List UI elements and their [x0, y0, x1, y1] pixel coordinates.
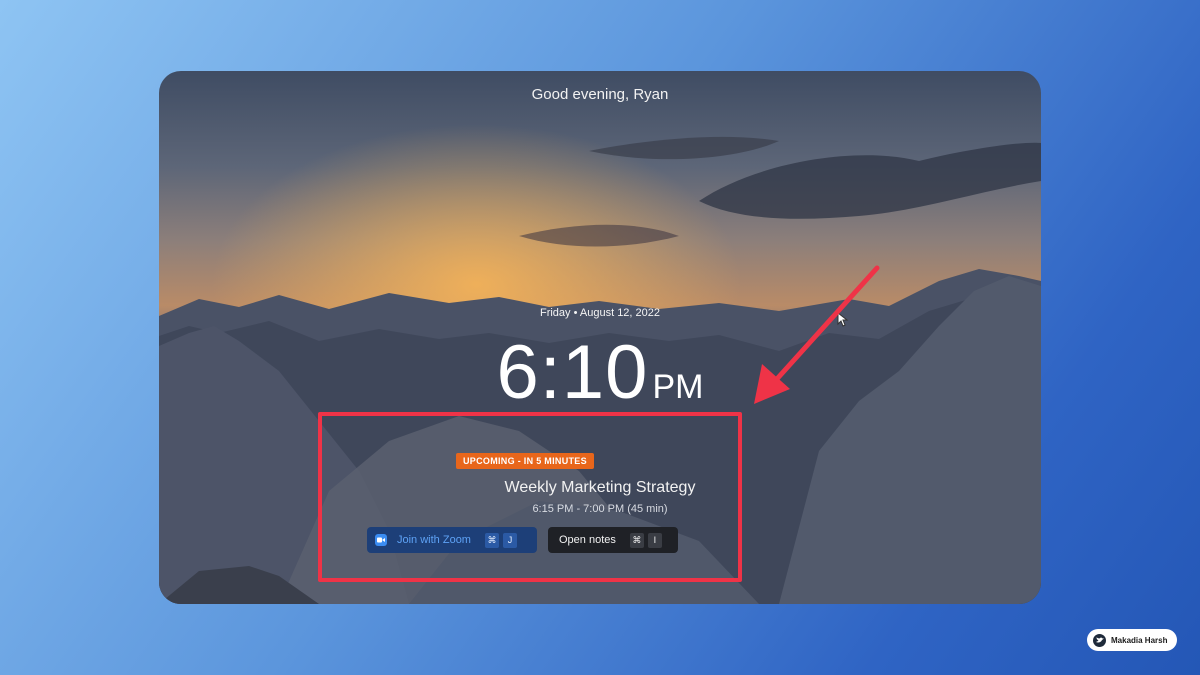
calendar-window: Good evening, Ryan Friday • August 12, 2…	[159, 71, 1041, 604]
clock: 6:10 PM	[159, 329, 1041, 416]
open-notes-button[interactable]: Open notes ⌘ I	[548, 527, 678, 553]
author-credit: Makadia Harsh	[1087, 629, 1177, 651]
shortcut-key-cmd: ⌘	[629, 532, 644, 548]
clock-time: 6:10	[496, 330, 649, 415]
event-title: Weekly Marketing Strategy	[504, 479, 696, 496]
shortcut-key-j: J	[502, 532, 517, 548]
join-zoom-label: Join with Zoom	[397, 534, 471, 546]
red-arrow-icon	[754, 265, 880, 404]
current-date: Friday • August 12, 2022	[539, 307, 661, 319]
bird-icon	[1093, 633, 1106, 647]
clock-period: PM	[652, 368, 704, 406]
upcoming-badge: UPCOMING - IN 5 MINUTES	[456, 453, 594, 469]
join-zoom-button[interactable]: Join with Zoom ⌘ J	[367, 527, 537, 553]
author-name: Makadia Harsh	[1111, 635, 1168, 645]
open-notes-label: Open notes	[559, 534, 616, 546]
shortcut-key-i: I	[647, 532, 662, 548]
zoom-video-icon	[375, 534, 387, 546]
shortcut-key-cmd: ⌘	[484, 532, 499, 548]
event-time-range: 6:15 PM - 7:00 PM (45 min)	[532, 503, 668, 515]
greeting-text: Good evening, Ryan	[531, 86, 669, 103]
highlight-box	[318, 412, 742, 582]
